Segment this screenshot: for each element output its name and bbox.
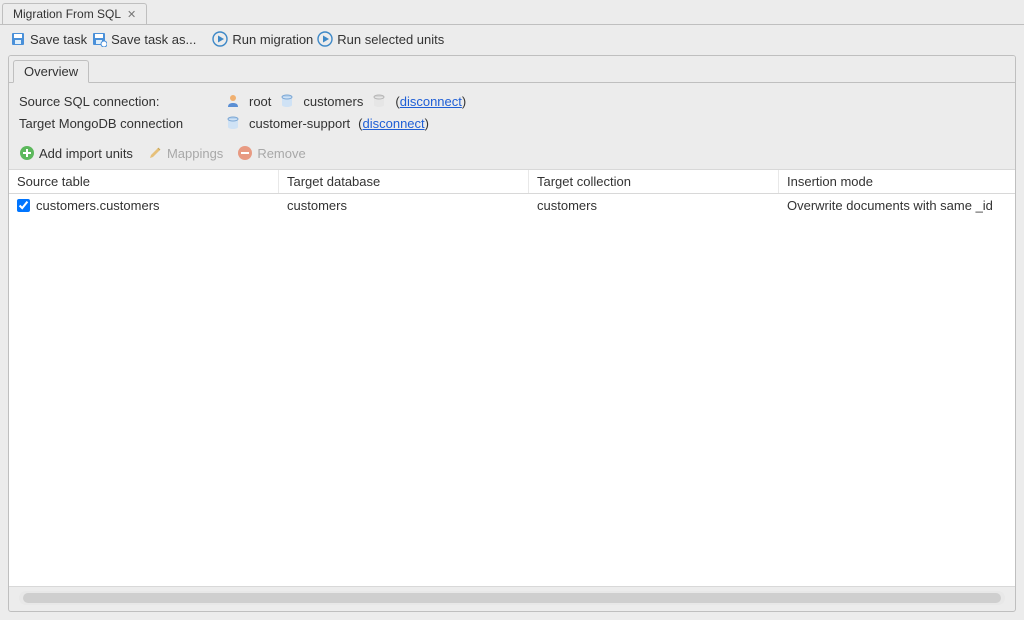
disconnect-wrap: (disconnect)	[358, 116, 429, 131]
connections-section: Source SQL connection: root customers (d…	[9, 83, 1015, 139]
target-connection-label: Target MongoDB connection	[19, 116, 217, 131]
overview-panel: Overview Source SQL connection: root cus…	[8, 55, 1016, 612]
add-import-units-label: Add import units	[39, 146, 133, 161]
source-user: root	[249, 94, 271, 109]
add-import-units-button[interactable]: Add import units	[19, 145, 133, 161]
user-icon	[225, 93, 241, 109]
cell-target-collection: customers	[529, 194, 779, 217]
table-header: Source table Target database Target coll…	[9, 170, 1015, 194]
tab-overview[interactable]: Overview	[13, 60, 89, 83]
close-icon[interactable]: ✕	[127, 8, 136, 21]
actions-row: Add import units Mappings Remove	[9, 139, 1015, 169]
mappings-label: Mappings	[167, 146, 223, 161]
toolbar: Save task Save task as... Run migration	[0, 24, 1024, 55]
run-selected-button[interactable]: Run selected units	[317, 31, 444, 47]
mappings-button[interactable]: Mappings	[147, 145, 223, 161]
remove-button[interactable]: Remove	[237, 145, 305, 161]
scrollbar-thumb[interactable]	[23, 593, 1001, 603]
play-icon	[212, 31, 228, 47]
database-icon	[225, 115, 241, 131]
save-task-label: Save task	[30, 32, 87, 47]
pencil-icon	[147, 145, 163, 161]
target-db: customer-support	[249, 116, 350, 131]
col-source-table[interactable]: Source table	[9, 170, 279, 193]
save-task-as-label: Save task as...	[111, 32, 196, 47]
run-migration-label: Run migration	[232, 32, 313, 47]
tab-overview-label: Overview	[24, 64, 78, 79]
remove-label: Remove	[257, 146, 305, 161]
row-checkbox[interactable]	[17, 199, 30, 212]
source-disconnect-link[interactable]: disconnect	[400, 94, 462, 109]
horizontal-scrollbar[interactable]	[19, 591, 1005, 605]
source-connection-label: Source SQL connection:	[19, 94, 217, 109]
cell-insertion-mode: Overwrite documents with same _id	[779, 194, 1015, 217]
cell-source-table: customers.customers	[36, 198, 160, 213]
target-connection-row: Target MongoDB connection customer-suppo…	[19, 115, 1005, 131]
database-cylinder-icon	[371, 93, 387, 109]
run-selected-label: Run selected units	[337, 32, 444, 47]
source-connection-row: Source SQL connection: root customers (d…	[19, 93, 1005, 109]
plus-icon	[19, 145, 35, 161]
units-table: Source table Target database Target coll…	[9, 169, 1015, 587]
editor-tab-label: Migration From SQL	[13, 7, 121, 21]
save-task-button[interactable]: Save task	[10, 31, 87, 47]
database-icon	[279, 93, 295, 109]
save-as-icon	[91, 31, 107, 47]
col-insertion-mode[interactable]: Insertion mode	[779, 170, 1015, 193]
cell-target-database: customers	[279, 194, 529, 217]
run-migration-button[interactable]: Run migration	[212, 31, 313, 47]
save-icon	[10, 31, 26, 47]
table-row[interactable]: customers.customers customers customers …	[9, 194, 1015, 217]
source-db: customers	[303, 94, 363, 109]
col-target-database[interactable]: Target database	[279, 170, 529, 193]
target-disconnect-link[interactable]: disconnect	[363, 116, 425, 131]
save-task-as-button[interactable]: Save task as...	[91, 31, 196, 47]
play-icon	[317, 31, 333, 47]
col-target-collection[interactable]: Target collection	[529, 170, 779, 193]
minus-icon	[237, 145, 253, 161]
disconnect-wrap: (disconnect)	[395, 94, 466, 109]
editor-tab[interactable]: Migration From SQL ✕	[2, 3, 147, 24]
